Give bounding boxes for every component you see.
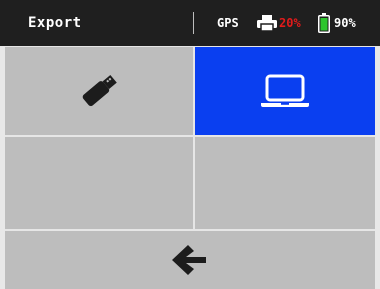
gps-indicator: GPS	[217, 16, 239, 30]
printer-level: 20%	[279, 16, 301, 30]
printer-icon	[257, 15, 277, 31]
page-title: Export	[28, 15, 82, 31]
battery-icon	[318, 13, 330, 33]
back-button[interactable]	[5, 231, 375, 289]
usb-drive-icon	[82, 74, 117, 107]
arrow-left-icon	[172, 245, 206, 275]
empty-tile-2	[195, 137, 375, 229]
status-divider	[193, 12, 194, 34]
computer-export-button[interactable]	[195, 47, 375, 135]
usb-export-button[interactable]	[5, 47, 193, 135]
status-bar: Export GPS 20% 90%	[0, 0, 380, 46]
frame-right	[375, 46, 380, 289]
laptop-icon	[261, 74, 309, 107]
battery-level: 90%	[334, 16, 356, 30]
empty-tile-1	[5, 137, 193, 229]
export-screen: Export GPS 20% 90%	[0, 0, 380, 289]
